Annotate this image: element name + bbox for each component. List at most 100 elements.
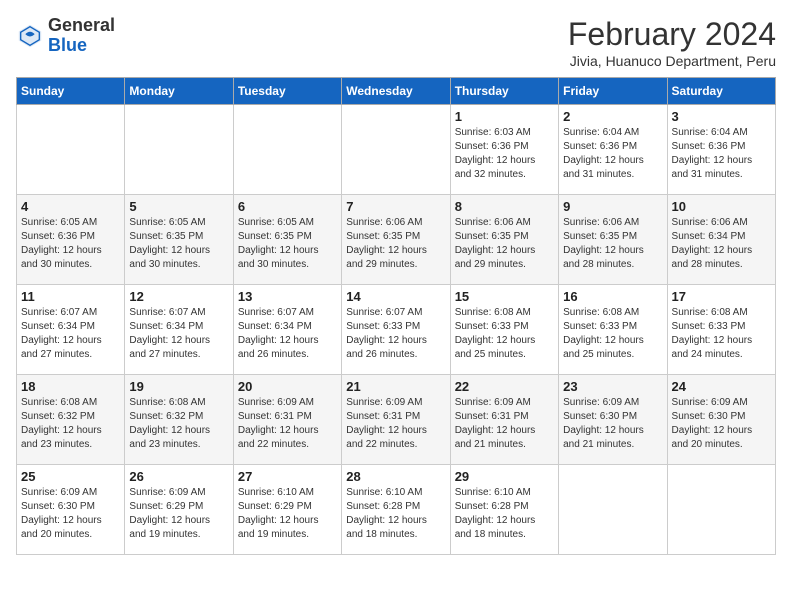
calendar-week-4: 18Sunrise: 6:08 AMSunset: 6:32 PMDayligh… — [17, 375, 776, 465]
calendar-cell: 6 Sunrise: 6:05 AMSunset: 6:35 PMDaylight… — [233, 195, 341, 285]
day-info: Sunrise: 6:04 AMSunset: 6:36 PMDaylight:… — [563, 126, 662, 182]
day-info: Sunrise: 6:07 AMSunset: 6:34 PMDaylight:… — [129, 306, 228, 362]
logo-blue-text: Blue — [48, 35, 87, 55]
day-info: Sunrise: 6:07 AMSunset: 6:34 PMDaylight:… — [238, 306, 337, 362]
day-info: Sunrise: 6:08 AMSunset: 6:33 PMDaylight:… — [672, 306, 771, 362]
day-info: Sunrise: 6:10 AMSunset: 6:28 PMDaylight:… — [455, 486, 554, 542]
calendar-cell: 28Sunrise: 6:10 AMSunset: 6:28 PMDayligh… — [342, 465, 450, 555]
day-number: 28 — [346, 469, 445, 484]
calendar-table: SundayMondayTuesdayWednesdayThursdayFrid… — [16, 77, 776, 555]
calendar-cell: 1 Sunrise: 6:03 AMSunset: 6:36 PMDaylight… — [450, 105, 558, 195]
column-header-thursday: Thursday — [450, 78, 558, 105]
day-number: 7 — [346, 199, 445, 214]
day-info: Sunrise: 6:05 AMSunset: 6:35 PMDaylight:… — [238, 216, 337, 272]
title-block: February 2024 Jivia, Huanuco Department,… — [568, 16, 776, 69]
column-header-wednesday: Wednesday — [342, 78, 450, 105]
column-header-sunday: Sunday — [17, 78, 125, 105]
calendar-week-5: 25 Sunrise: 6:09 AMSunset: 6:30 PMDayligh… — [17, 465, 776, 555]
calendar-cell: 13Sunrise: 6:07 AMSunset: 6:34 PMDayligh… — [233, 285, 341, 375]
calendar-cell: 16Sunrise: 6:08 AMSunset: 6:33 PMDayligh… — [559, 285, 667, 375]
day-number: 21 — [346, 379, 445, 394]
day-number: 5 — [129, 199, 228, 214]
day-number: 4 — [21, 199, 120, 214]
month-title: February 2024 — [568, 16, 776, 53]
day-number: 6 — [238, 199, 337, 214]
calendar-cell — [667, 465, 775, 555]
calendar-cell: 23 Sunrise: 6:09 AMSunset: 6:30 PMDayligh… — [559, 375, 667, 465]
column-header-friday: Friday — [559, 78, 667, 105]
calendar-week-3: 11 Sunrise: 6:07 AMSunset: 6:34 PMDayligh… — [17, 285, 776, 375]
calendar-cell — [17, 105, 125, 195]
day-number: 11 — [21, 289, 120, 304]
day-info: Sunrise: 6:08 AMSunset: 6:32 PMDaylight:… — [21, 396, 120, 452]
calendar-cell — [342, 105, 450, 195]
calendar-cell: 21 Sunrise: 6:09 AMSunset: 6:31 PMDayligh… — [342, 375, 450, 465]
calendar-cell — [233, 105, 341, 195]
calendar-cell: 15 Sunrise: 6:08 AMSunset: 6:33 PMDayligh… — [450, 285, 558, 375]
day-number: 8 — [455, 199, 554, 214]
calendar-cell: 25 Sunrise: 6:09 AMSunset: 6:30 PMDayligh… — [17, 465, 125, 555]
column-header-saturday: Saturday — [667, 78, 775, 105]
calendar-cell: 19 Sunrise: 6:08 AMSunset: 6:32 PMDayligh… — [125, 375, 233, 465]
day-number: 3 — [672, 109, 771, 124]
day-number: 14 — [346, 289, 445, 304]
logo-general-text: General — [48, 15, 115, 35]
calendar-cell: 10 Sunrise: 6:06 AMSunset: 6:34 PMDayligh… — [667, 195, 775, 285]
calendar-cell: 22 Sunrise: 6:09 AMSunset: 6:31 PMDayligh… — [450, 375, 558, 465]
logo: General Blue — [16, 16, 115, 56]
calendar-cell: 3 Sunrise: 6:04 AMSunset: 6:36 PMDaylight… — [667, 105, 775, 195]
calendar-cell: 27 Sunrise: 6:10 AMSunset: 6:29 PMDayligh… — [233, 465, 341, 555]
day-info: Sunrise: 6:09 AMSunset: 6:31 PMDaylight:… — [238, 396, 337, 452]
day-info: Sunrise: 6:08 AMSunset: 6:33 PMDaylight:… — [455, 306, 554, 362]
day-info: Sunrise: 6:05 AMSunset: 6:36 PMDaylight:… — [21, 216, 120, 272]
calendar-cell — [559, 465, 667, 555]
day-number: 23 — [563, 379, 662, 394]
day-info: Sunrise: 6:09 AMSunset: 6:30 PMDaylight:… — [563, 396, 662, 452]
day-info: Sunrise: 6:07 AMSunset: 6:33 PMDaylight:… — [346, 306, 445, 362]
day-info: Sunrise: 6:08 AMSunset: 6:32 PMDaylight:… — [129, 396, 228, 452]
page-header: General Blue February 2024 Jivia, Huanuc… — [16, 16, 776, 69]
day-number: 2 — [563, 109, 662, 124]
day-number: 25 — [21, 469, 120, 484]
day-info: Sunrise: 6:09 AMSunset: 6:31 PMDaylight:… — [346, 396, 445, 452]
day-info: Sunrise: 6:03 AMSunset: 6:36 PMDaylight:… — [455, 126, 554, 182]
day-number: 20 — [238, 379, 337, 394]
calendar-cell: 26Sunrise: 6:09 AMSunset: 6:29 PMDayligh… — [125, 465, 233, 555]
calendar-cell: 12 Sunrise: 6:07 AMSunset: 6:34 PMDayligh… — [125, 285, 233, 375]
calendar-cell: 17Sunrise: 6:08 AMSunset: 6:33 PMDayligh… — [667, 285, 775, 375]
calendar-cell: 24Sunrise: 6:09 AMSunset: 6:30 PMDayligh… — [667, 375, 775, 465]
calendar-cell: 5 Sunrise: 6:05 AMSunset: 6:35 PMDaylight… — [125, 195, 233, 285]
day-info: Sunrise: 6:09 AMSunset: 6:31 PMDaylight:… — [455, 396, 554, 452]
day-info: Sunrise: 6:06 AMSunset: 6:34 PMDaylight:… — [672, 216, 771, 272]
day-number: 22 — [455, 379, 554, 394]
calendar-cell: 8 Sunrise: 6:06 AMSunset: 6:35 PMDaylight… — [450, 195, 558, 285]
calendar-cell: 18Sunrise: 6:08 AMSunset: 6:32 PMDayligh… — [17, 375, 125, 465]
calendar-cell: 14 Sunrise: 6:07 AMSunset: 6:33 PMDayligh… — [342, 285, 450, 375]
day-number: 12 — [129, 289, 228, 304]
calendar-cell — [125, 105, 233, 195]
day-info: Sunrise: 6:09 AMSunset: 6:30 PMDaylight:… — [672, 396, 771, 452]
day-info: Sunrise: 6:06 AMSunset: 6:35 PMDaylight:… — [455, 216, 554, 272]
calendar-cell: 7 Sunrise: 6:06 AMSunset: 6:35 PMDaylight… — [342, 195, 450, 285]
day-number: 1 — [455, 109, 554, 124]
day-info: Sunrise: 6:05 AMSunset: 6:35 PMDaylight:… — [129, 216, 228, 272]
day-info: Sunrise: 6:10 AMSunset: 6:29 PMDaylight:… — [238, 486, 337, 542]
day-info: Sunrise: 6:06 AMSunset: 6:35 PMDaylight:… — [346, 216, 445, 272]
day-number: 26 — [129, 469, 228, 484]
day-info: Sunrise: 6:09 AMSunset: 6:30 PMDaylight:… — [21, 486, 120, 542]
day-number: 27 — [238, 469, 337, 484]
calendar-cell: 9Sunrise: 6:06 AMSunset: 6:35 PMDaylight… — [559, 195, 667, 285]
column-header-tuesday: Tuesday — [233, 78, 341, 105]
header-row: SundayMondayTuesdayWednesdayThursdayFrid… — [17, 78, 776, 105]
day-number: 19 — [129, 379, 228, 394]
day-number: 10 — [672, 199, 771, 214]
day-number: 16 — [563, 289, 662, 304]
day-number: 29 — [455, 469, 554, 484]
day-number: 15 — [455, 289, 554, 304]
calendar-cell: 2 Sunrise: 6:04 AMSunset: 6:36 PMDaylight… — [559, 105, 667, 195]
day-number: 9 — [563, 199, 662, 214]
logo-icon — [16, 22, 44, 50]
day-info: Sunrise: 6:04 AMSunset: 6:36 PMDaylight:… — [672, 126, 771, 182]
day-info: Sunrise: 6:07 AMSunset: 6:34 PMDaylight:… — [21, 306, 120, 362]
calendar-cell: 20 Sunrise: 6:09 AMSunset: 6:31 PMDayligh… — [233, 375, 341, 465]
